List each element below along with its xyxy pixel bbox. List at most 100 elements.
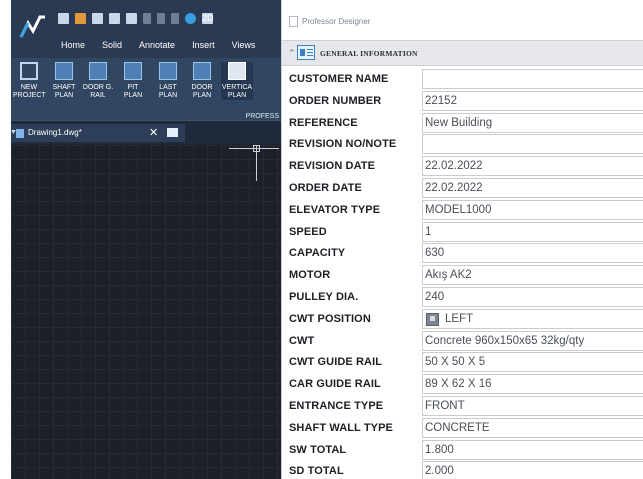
row-entrance-type: ENTRANCE TYPE FRONT xyxy=(282,395,643,417)
customer-name-field[interactable] xyxy=(422,69,643,89)
cwt-position-value: LEFT xyxy=(445,312,474,325)
open-folder-icon[interactable] xyxy=(75,12,86,24)
property-grid: CUSTOMER NAME ORDER NUMBER 22152 REFEREN… xyxy=(282,68,643,479)
pulley-dia-field[interactable]: 240 xyxy=(422,286,643,307)
field-label: CWT xyxy=(289,334,315,347)
field-label: CUSTOMER NAME xyxy=(289,73,389,85)
field-label: SHAFT WALL TYPE xyxy=(289,421,393,434)
new-project-button[interactable]: NEW PROJECT xyxy=(13,62,46,100)
drawing-canvas[interactable] xyxy=(11,145,281,479)
field-label: REVISION DATE xyxy=(289,160,376,173)
general-information-header[interactable]: ⌃ GENERAL INFORMATION xyxy=(282,40,643,66)
field-label: CAPACITY xyxy=(289,247,346,260)
door-plan-label: DOOR PLAN xyxy=(191,84,213,99)
field-label: ELEVATOR TYPE xyxy=(289,203,381,216)
field-label: CWT GUIDE RAIL xyxy=(289,356,383,369)
cwt-guide-rail-field[interactable]: 50 X 50 X 5 xyxy=(422,352,643,373)
tab-views[interactable]: Views xyxy=(223,36,256,54)
row-cwt: CWT Concrete 960x150x65 32kg/qty xyxy=(282,330,643,352)
new-tab-icon[interactable] xyxy=(167,128,178,137)
new-project-icon xyxy=(20,62,38,80)
door-plan-icon xyxy=(193,62,211,80)
print-icon[interactable] xyxy=(126,12,137,24)
reference-field[interactable]: New Building xyxy=(422,112,643,133)
workspace-label[interactable]: 2D xyxy=(202,12,214,24)
ribbon-tabs: Home Solid Annotate Insert Views xyxy=(11,36,263,54)
cwt-field[interactable]: Concrete 960x150x65 32kg/qty xyxy=(422,330,643,351)
redo-icon[interactable] xyxy=(171,12,179,24)
panel-title: Professor Designer xyxy=(302,17,371,26)
shaft-plan-button[interactable]: SHAFT PLAN xyxy=(48,62,80,100)
crosshair-pickbox xyxy=(253,145,260,152)
drawing-file-icon xyxy=(16,129,24,138)
sd-total-field[interactable]: 2.000 xyxy=(422,461,643,479)
shaft-plan-label: SHAFT PLAN xyxy=(52,84,76,99)
row-customer-name: CUSTOMER NAME xyxy=(282,68,643,90)
row-speed: SPEED 1 xyxy=(282,221,643,243)
row-revision-date: REVISION DATE 22.02.2022 xyxy=(282,155,643,177)
tab-home[interactable]: Home xyxy=(11,36,85,54)
pit-plan-button[interactable]: PIT PLAN xyxy=(117,62,149,100)
door-plan-button[interactable]: DOOR PLAN xyxy=(186,62,218,100)
workspace-icon[interactable] xyxy=(185,12,196,24)
row-shaft-wall-type: SHAFT WALL TYPE CONCRETE xyxy=(282,417,643,439)
order-number-field[interactable]: 22152 xyxy=(422,90,643,111)
speed-field[interactable]: 1 xyxy=(422,221,643,242)
cwt-position-select[interactable]: LEFT xyxy=(422,308,643,329)
section-title: GENERAL INFORMATION xyxy=(320,49,418,58)
revision-note-field[interactable] xyxy=(422,134,643,155)
revision-date-field[interactable]: 22.02.2022 xyxy=(422,156,643,177)
last-plan-button[interactable]: LAST PLAN xyxy=(152,62,184,100)
plot-icon[interactable] xyxy=(143,12,151,24)
elevator-type-field[interactable]: MODEL1000 xyxy=(422,199,643,220)
shaft-wall-type-field[interactable]: CONCRETE xyxy=(422,417,643,438)
row-cwt-guide-rail: CWT GUIDE RAIL 50 X 50 X 5 xyxy=(282,351,643,373)
close-tab-icon[interactable]: ✕ xyxy=(149,126,158,139)
order-date-field[interactable]: 22.02.2022 xyxy=(422,177,643,198)
field-label: ORDER NUMBER xyxy=(289,94,382,107)
row-motor: MOTOR Akış AK2 xyxy=(282,264,643,286)
pit-plan-icon xyxy=(124,62,142,80)
tab-insert[interactable]: Insert xyxy=(183,36,215,54)
entrance-type-field[interactable]: FRONT xyxy=(422,395,643,416)
row-order-number: ORDER NUMBER 22152 xyxy=(282,90,643,112)
field-label: SW TOTAL xyxy=(289,443,347,456)
row-car-guide-rail: CAR GUIDE RAIL 89 X 62 X 16 xyxy=(282,373,643,395)
motor-field[interactable]: Akış AK2 xyxy=(422,265,643,286)
sw-total-field[interactable]: 1.800 xyxy=(422,439,643,460)
document-tab-bar: ▼ Drawing1.dwg* ✕ xyxy=(11,120,281,144)
tab-annotate[interactable]: Annotate xyxy=(130,36,175,54)
field-label: MOTOR xyxy=(289,269,331,282)
vertical-plan-icon xyxy=(228,62,246,80)
vertical-plan-label: VERTICA PLAN xyxy=(221,84,253,99)
new-file-icon[interactable] xyxy=(58,12,69,24)
car-guide-rail-field[interactable]: 89 X 62 X 16 xyxy=(422,374,643,395)
new-project-label: NEW PROJECT xyxy=(13,84,46,99)
collapse-chevron-icon[interactable]: ⌃ xyxy=(288,48,296,59)
row-cwt-position: CWT POSITION LEFT xyxy=(282,308,643,330)
row-order-date: ORDER DATE 22.02.2022 xyxy=(282,177,643,199)
cad-titlebar: 2D Home Solid Annotate Insert Views xyxy=(11,0,281,58)
tab-solid[interactable]: Solid xyxy=(93,36,122,54)
save-icon[interactable] xyxy=(92,12,103,24)
document-tab-name: Drawing1.dwg* xyxy=(28,128,82,137)
field-label: SPEED xyxy=(289,225,327,238)
field-label: ORDER DATE xyxy=(289,181,362,194)
vertical-plan-button[interactable]: VERTICA PLAN xyxy=(221,62,253,100)
row-reference: REFERENCE New Building xyxy=(282,112,643,134)
info-card-icon xyxy=(297,45,315,60)
row-capacity: CAPACITY 630 xyxy=(282,242,643,264)
save-as-icon[interactable] xyxy=(109,12,120,24)
panel-document-icon xyxy=(289,16,298,27)
field-label: CWT POSITION xyxy=(289,312,371,325)
row-sw-total: SW TOTAL 1.800 xyxy=(282,439,643,461)
last-plan-label: LAST PLAN xyxy=(158,84,178,99)
undo-icon[interactable] xyxy=(157,12,165,24)
door-guide-rail-button[interactable]: DOOR G. RAIL xyxy=(82,62,114,100)
field-label: SD TOTAL xyxy=(289,465,344,478)
document-tab[interactable]: ▼ Drawing1.dwg* ✕ xyxy=(11,124,185,142)
ribbon-panel-title: PROFESS xyxy=(245,113,279,120)
pit-plan-label: PIT PLAN xyxy=(123,84,143,99)
capacity-field[interactable]: 630 xyxy=(422,243,643,264)
row-pulley-dia: PULLEY DIA. 240 xyxy=(282,286,643,308)
